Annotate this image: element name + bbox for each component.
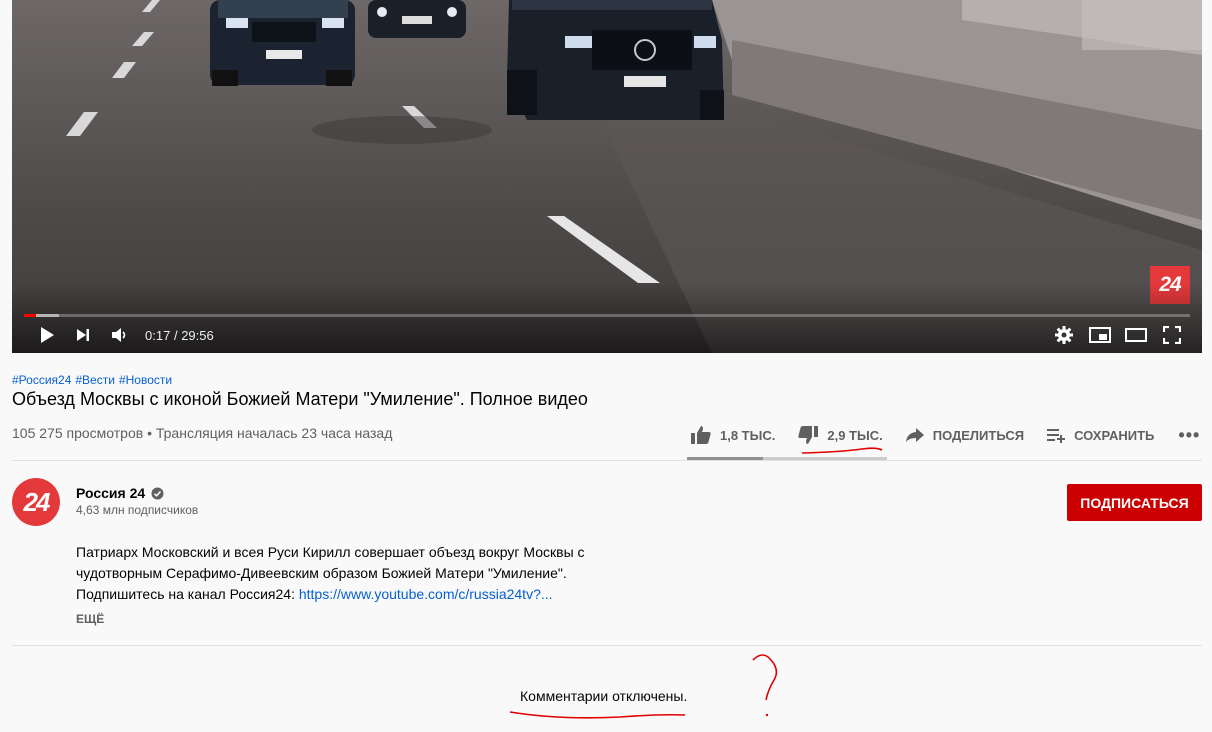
progress-played xyxy=(24,314,36,317)
more-actions-button[interactable]: ••• xyxy=(1178,425,1200,446)
hashtag-link[interactable]: #Россия24 xyxy=(12,373,71,387)
play-button[interactable] xyxy=(29,322,65,348)
show-more-button[interactable]: ЕЩЁ xyxy=(76,612,104,626)
share-button[interactable]: ПОДЕЛИТЬСЯ xyxy=(905,427,1024,443)
video-actions: 1,8 ТЫС. 2,9 ТЫС. ПОДЕЛИТЬСЯ СОХРАНИТЬ •… xyxy=(690,422,1200,448)
channel-name[interactable]: Россия 24 xyxy=(76,485,145,501)
settings-icon xyxy=(1055,326,1073,344)
save-button[interactable]: СОХРАНИТЬ xyxy=(1046,427,1154,443)
progress-bar[interactable] xyxy=(24,314,1190,317)
thumbs-up-icon xyxy=(690,425,712,445)
divider xyxy=(12,645,1202,646)
time-total: 29:56 xyxy=(181,327,214,343)
fullscreen-icon xyxy=(1163,326,1181,344)
description-line: чудотворным Серафимо-Дивеевским образом … xyxy=(76,565,567,581)
next-button[interactable] xyxy=(65,322,101,348)
channel-link[interactable]: https://www.youtube.com/c/russia24tv?... xyxy=(299,586,553,602)
play-icon xyxy=(41,327,54,343)
settings-button[interactable] xyxy=(1046,322,1082,348)
time-display: 0:17 / 29:56 xyxy=(145,328,214,343)
verified-icon xyxy=(151,487,164,500)
channel-name-row: Россия 24 xyxy=(76,485,164,501)
divider xyxy=(12,460,1202,461)
fullscreen-button[interactable] xyxy=(1154,322,1190,348)
channel-avatar[interactable]: 24 xyxy=(12,478,60,526)
dislike-count: 2,9 ТЫС. xyxy=(827,427,883,443)
stream-info: Трансляция началась 23 часа назад xyxy=(155,425,393,441)
dislike-underline xyxy=(801,447,883,454)
subscriber-count: 4,63 млн подписчиков xyxy=(76,503,199,517)
theater-icon xyxy=(1125,328,1147,342)
volume-icon xyxy=(112,328,126,342)
question-mark-dot xyxy=(765,713,769,717)
video-description: Патриарх Московский и всея Руси Кирилл с… xyxy=(76,542,636,605)
share-icon xyxy=(905,427,925,443)
hashtags: #Россия24 #Вести #Новости xyxy=(12,373,176,387)
dislike-button[interactable]: 2,9 ТЫС. xyxy=(797,425,883,445)
description-line: Подпишитесь на канал Россия24: https://w… xyxy=(76,584,636,605)
description-line: Патриарх Московский и всея Руси Кирилл с… xyxy=(76,544,585,560)
view-count: 105 275 просмотров xyxy=(12,425,144,441)
like-button[interactable]: 1,8 ТЫС. xyxy=(690,425,775,445)
miniplayer-icon xyxy=(1089,327,1111,343)
comments-underline xyxy=(509,711,686,719)
next-icon xyxy=(77,329,89,341)
time-separator: / xyxy=(173,327,178,343)
meta-separator: • xyxy=(147,425,152,441)
miniplayer-button[interactable] xyxy=(1082,322,1118,348)
time-current: 0:17 xyxy=(145,327,171,343)
like-count: 1,8 ТЫС. xyxy=(720,427,776,443)
description-text: Подпишитесь на канал Россия24: xyxy=(76,586,299,602)
question-mark-stroke xyxy=(752,654,778,701)
theater-mode-button[interactable] xyxy=(1118,322,1154,348)
thumbs-down-icon xyxy=(797,425,819,445)
share-label: ПОДЕЛИТЬСЯ xyxy=(932,427,1025,443)
video-meta: 105 275 просмотров • Трансляция началась… xyxy=(12,425,392,441)
comments-disabled-message: Комментарии отключены. xyxy=(520,688,688,704)
save-label: СОХРАНИТЬ xyxy=(1074,427,1155,443)
page: 24 0:17 / 29:56 xyxy=(0,0,1212,732)
hashtag-link[interactable]: #Вести xyxy=(75,373,115,387)
subscribe-button[interactable]: ПОДПИСАТЬСЯ xyxy=(1067,484,1202,521)
volume-button[interactable] xyxy=(101,322,137,348)
hashtag-link[interactable]: #Новости xyxy=(119,373,172,387)
playlist-add-icon xyxy=(1046,427,1066,443)
video-title: Объезд Москвы с иконой Божией Матери "Ум… xyxy=(12,389,588,409)
player-controls: 0:17 / 29:56 xyxy=(12,322,1202,348)
video-player[interactable]: 24 0:17 / 29:56 xyxy=(12,0,1202,353)
